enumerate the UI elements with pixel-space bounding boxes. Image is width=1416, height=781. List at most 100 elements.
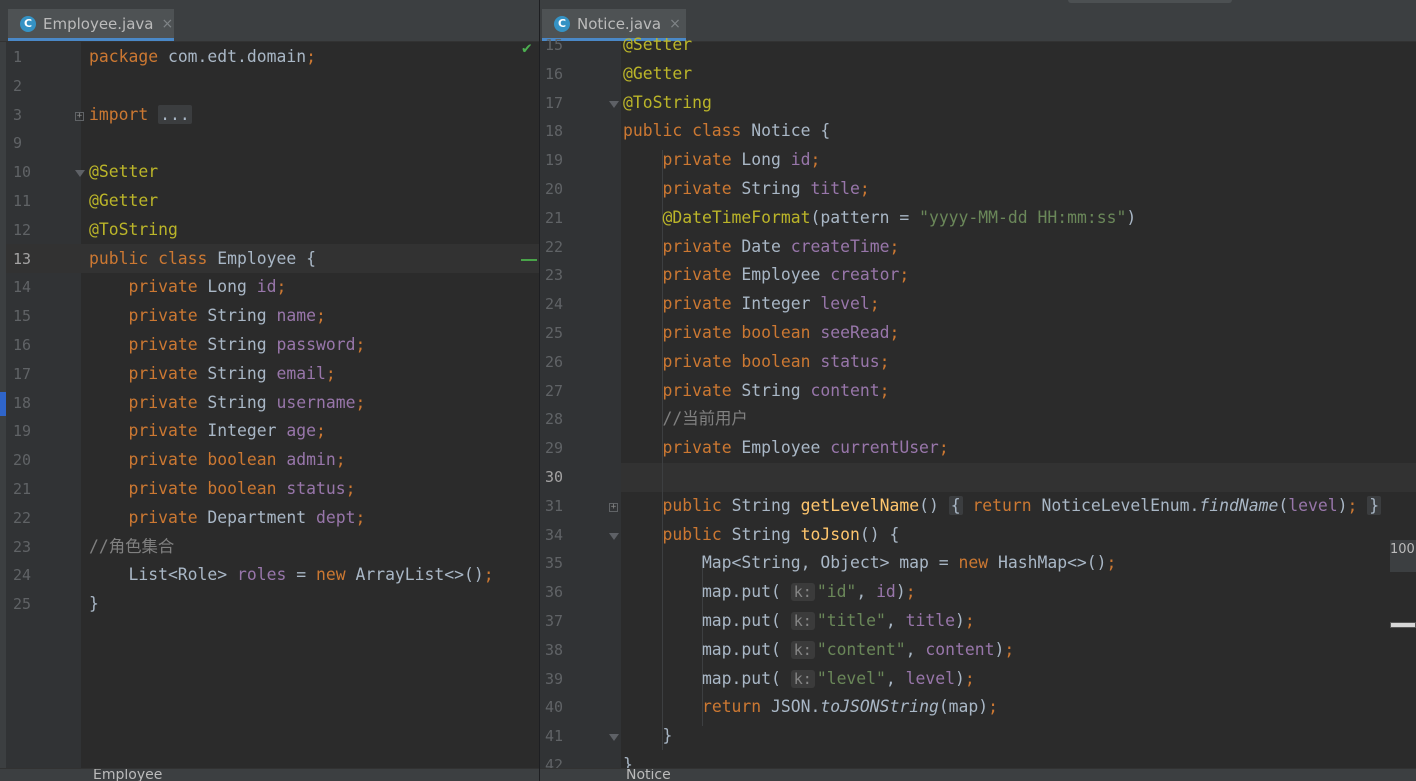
close-icon[interactable]: × bbox=[162, 16, 174, 32]
breadcrumb[interactable]: Notice bbox=[540, 768, 1416, 781]
code-line[interactable]: private String content; bbox=[623, 381, 889, 401]
code-line[interactable]: private Date createTime; bbox=[623, 237, 899, 257]
line-number: 25 bbox=[545, 324, 564, 342]
line-number: 12 bbox=[13, 220, 32, 239]
breadcrumb[interactable]: Employee bbox=[0, 768, 539, 781]
zoom-indicator[interactable]: 100 bbox=[1390, 540, 1416, 572]
line-number: 23 bbox=[13, 537, 32, 556]
fold-plus-icon[interactable]: + bbox=[75, 111, 84, 121]
code-line[interactable]: private Long id; bbox=[89, 277, 286, 297]
line-number: 19 bbox=[545, 151, 564, 170]
change-marker bbox=[521, 259, 537, 261]
line-number: 18 bbox=[545, 122, 564, 141]
line-number: 22 bbox=[13, 508, 32, 527]
code-line[interactable]: return JSON.toJSONString(map); bbox=[623, 697, 998, 717]
code-line[interactable]: private Integer level; bbox=[623, 294, 879, 314]
line-number: 27 bbox=[545, 381, 564, 400]
line-number: 34 bbox=[545, 525, 564, 544]
editor-pane-employee[interactable]: C Employee.java × 1 2 3 +9 10 11 12 13 14 15 16 17 1… bbox=[0, 0, 539, 781]
line-number: 11 bbox=[13, 192, 32, 210]
code-line[interactable]: @Getter bbox=[89, 191, 158, 211]
code-line[interactable]: public String getLevelName() { return No… bbox=[623, 495, 1382, 516]
line-number: 31 bbox=[545, 496, 564, 515]
code-line[interactable]: private Department dept; bbox=[89, 508, 365, 528]
code-line[interactable]: private boolean status; bbox=[89, 479, 355, 499]
code-line[interactable]: } bbox=[623, 726, 672, 746]
code-line[interactable]: //当前用户 bbox=[623, 409, 747, 429]
code-line[interactable]: Map<String, Object> map = new HashMap<>(… bbox=[623, 553, 1116, 573]
code-line[interactable]: private Employee currentUser; bbox=[623, 438, 948, 458]
line-number: 10 bbox=[13, 163, 32, 182]
line-number: 22 bbox=[545, 237, 564, 256]
line-number: 21 bbox=[13, 480, 32, 498]
line-number: 38 bbox=[545, 640, 564, 659]
code-line[interactable]: private boolean status; bbox=[623, 352, 889, 372]
code-line[interactable]: @ToString bbox=[623, 93, 712, 113]
code-line[interactable]: //角色集合 bbox=[89, 537, 174, 557]
code-line[interactable]: @DateTimeFormat(pattern = "yyyy-MM-dd HH… bbox=[623, 208, 1136, 228]
code-line[interactable]: private boolean admin; bbox=[89, 450, 345, 470]
code-line[interactable]: private Employee creator; bbox=[623, 265, 909, 285]
code-line[interactable]: private String username; bbox=[89, 393, 365, 413]
line-number: 25 bbox=[13, 595, 32, 614]
code-line[interactable]: map.put( k: "content", content); bbox=[623, 640, 1014, 660]
fold-arrow-icon[interactable] bbox=[75, 169, 85, 179]
editor-pane-notice[interactable]: C Notice.java × 15 16 17 18 19 20 21 22 23 24 25 26… bbox=[540, 0, 1416, 781]
breadcrumb-item[interactable]: Notice bbox=[626, 769, 671, 781]
line-number: 24 bbox=[13, 566, 32, 585]
zoom-slider[interactable] bbox=[1390, 622, 1416, 628]
code-line[interactable]: @Setter bbox=[89, 162, 158, 182]
code-line[interactable]: private String email; bbox=[89, 364, 335, 384]
line-number: 16 bbox=[545, 64, 564, 83]
line-number: 28 bbox=[545, 410, 564, 429]
fold-arrow-icon[interactable] bbox=[609, 733, 619, 743]
code-line[interactable]: private String title; bbox=[623, 179, 869, 199]
code-line[interactable]: List<Role> roles = new ArrayList<>(); bbox=[89, 565, 493, 585]
code-line[interactable]: public class Employee { bbox=[89, 249, 316, 269]
code-line[interactable]: @ToString bbox=[89, 220, 178, 240]
code-line[interactable]: @Setter bbox=[623, 35, 692, 55]
line-number: 24 bbox=[545, 295, 564, 314]
fold-arrow-icon[interactable] bbox=[609, 100, 619, 110]
search-field-edge[interactable] bbox=[1068, 0, 1232, 3]
line-number: 20 bbox=[545, 180, 564, 198]
line-number: 19 bbox=[13, 422, 32, 441]
code-line[interactable]: private String password; bbox=[89, 335, 365, 355]
line-number: 30 bbox=[545, 468, 564, 486]
code-line[interactable]: } bbox=[89, 594, 99, 614]
code-line[interactable]: private String name; bbox=[89, 306, 325, 326]
tab-label: Notice.java bbox=[577, 14, 662, 33]
code-line[interactable]: @Getter bbox=[623, 64, 692, 84]
breadcrumb-item[interactable]: Employee bbox=[93, 769, 162, 781]
code-line[interactable]: map.put( k: "title", title); bbox=[623, 611, 975, 631]
editor-tab-bar: C Employee.java × bbox=[0, 0, 539, 42]
line-number: 13 bbox=[13, 249, 32, 268]
code-line[interactable]: package com.edt.domain; bbox=[89, 47, 316, 67]
line-number: 18 bbox=[13, 393, 32, 412]
line-number: 39 bbox=[545, 669, 564, 688]
code-line[interactable]: map.put( k: "level", level); bbox=[623, 669, 975, 689]
inspection-ok-icon[interactable]: ✔ bbox=[522, 38, 532, 57]
code-line[interactable]: map.put( k: "id", id); bbox=[623, 582, 916, 602]
code-line[interactable]: private Integer age; bbox=[89, 421, 325, 441]
line-number: 26 bbox=[545, 352, 564, 371]
code-line[interactable]: private boolean seeRead; bbox=[623, 323, 899, 343]
line-number: 15 bbox=[545, 36, 564, 54]
fold-arrow-icon[interactable] bbox=[609, 532, 619, 542]
close-icon[interactable]: × bbox=[669, 16, 681, 32]
line-number: 3 bbox=[13, 105, 23, 124]
code-line[interactable]: public class Notice { bbox=[623, 121, 830, 141]
line-number: 35 bbox=[545, 554, 564, 573]
line-number: 2 bbox=[13, 76, 23, 95]
code-line[interactable]: import ... bbox=[89, 104, 192, 125]
line-number: 40 bbox=[545, 698, 564, 717]
line-number: 36 bbox=[545, 583, 564, 602]
current-line-highlight bbox=[621, 463, 1416, 492]
line-number: 37 bbox=[545, 612, 564, 630]
code-line[interactable]: private Long id; bbox=[623, 150, 820, 170]
line-number: 1 bbox=[13, 48, 23, 66]
line-number: 15 bbox=[13, 307, 32, 326]
fold-plus-icon[interactable]: + bbox=[609, 502, 618, 512]
code-line[interactable]: public String toJson() { bbox=[623, 525, 899, 545]
tab-employee-java[interactable]: C Employee.java × bbox=[8, 9, 174, 41]
